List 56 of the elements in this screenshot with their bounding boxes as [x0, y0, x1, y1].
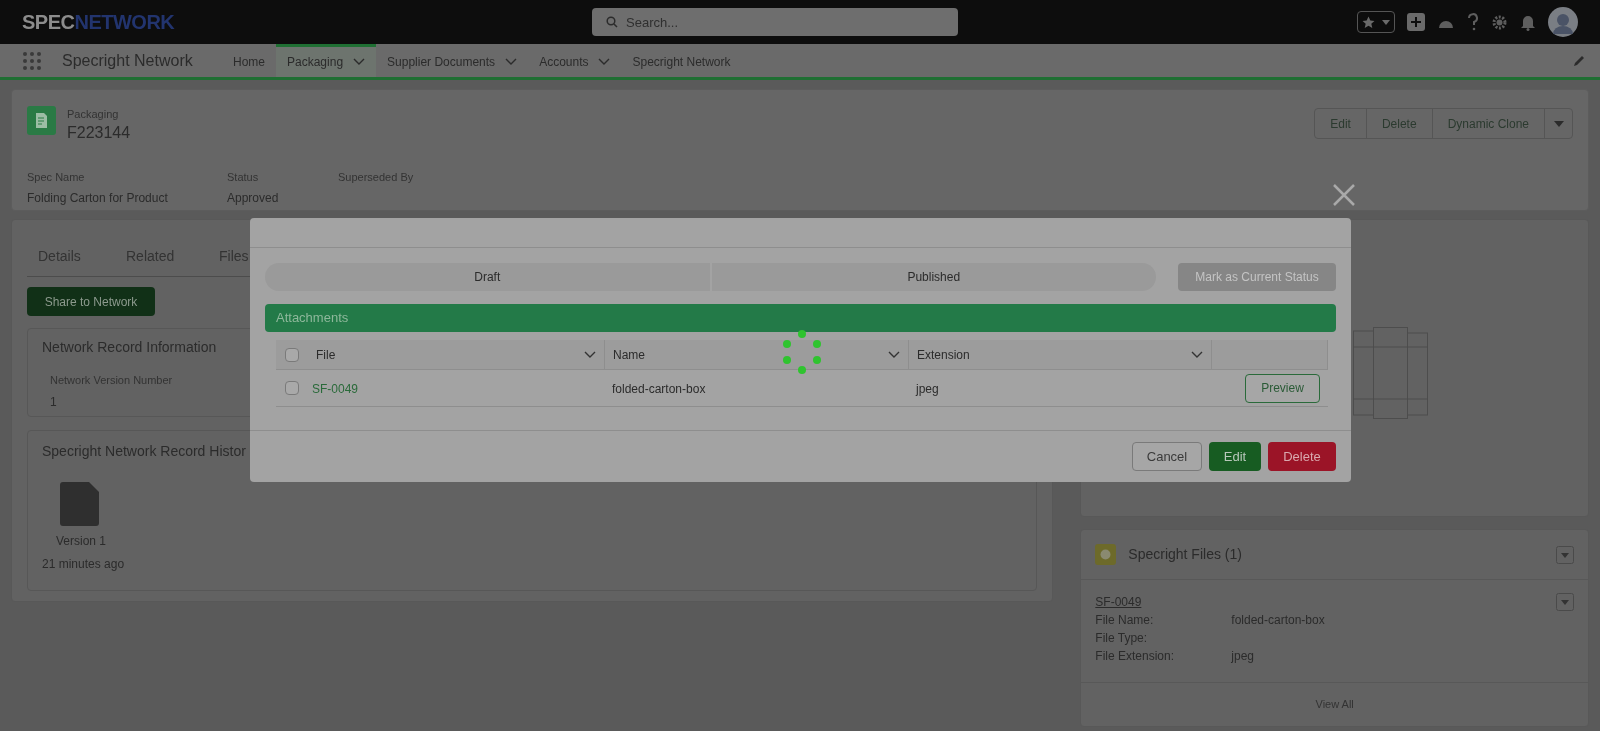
chevron-icon[interactable] — [353, 58, 366, 66]
search-field[interactable]: Search... — [592, 8, 958, 36]
field-value: Approved — [227, 190, 280, 207]
table-cell: jpeg — [916, 382, 939, 396]
bell-icon[interactable] — [1520, 13, 1536, 31]
column-header: Name — [613, 346, 645, 364]
field-value: 1 — [50, 393, 57, 411]
avatar-icon[interactable] — [1548, 7, 1578, 37]
action-button[interactable]: Edit — [1315, 109, 1367, 138]
favorites-button[interactable] — [1357, 11, 1395, 33]
dropdown-icon[interactable] — [1556, 545, 1574, 564]
action-button[interactable]: Delete — [1366, 109, 1433, 138]
column-header: Extension — [917, 346, 970, 364]
checkbox[interactable] — [285, 347, 299, 362]
dropdown-icon[interactable] — [1556, 593, 1574, 611]
nav-tab[interactable]: Supplier Documents — [376, 44, 529, 77]
table-cell: folded-carton-box — [612, 382, 706, 396]
document-icon — [27, 106, 56, 135]
app-launcher-icon[interactable] — [22, 50, 42, 71]
share-button[interactable]: Share to Network — [27, 287, 155, 316]
search-icon — [606, 16, 618, 28]
file-icon — [60, 482, 99, 526]
chevron-icon[interactable] — [505, 58, 518, 66]
field-value: Folding Carton for Product — [27, 190, 169, 207]
star-icon — [1361, 15, 1375, 29]
modal-button[interactable]: Delete — [1268, 442, 1336, 471]
action-button[interactable]: Dynamic Clone — [1432, 109, 1545, 138]
nav-tab[interactable]: Packaging — [276, 44, 377, 77]
help-icon[interactable] — [1467, 13, 1479, 31]
nav-tab[interactable]: Specright Network — [621, 44, 742, 77]
path-step[interactable]: Draft — [265, 263, 710, 291]
caret-icon — [1382, 19, 1391, 25]
files-icon — [1095, 544, 1117, 565]
chevron-icon[interactable] — [1191, 350, 1203, 359]
file-link[interactable]: SF-0049 — [312, 382, 359, 396]
close-icon[interactable] — [1333, 184, 1355, 206]
app-name: Specright Network — [62, 50, 194, 71]
modal-button[interactable]: Cancel — [1132, 442, 1202, 471]
record-name: F223144 — [67, 122, 131, 143]
chevron-icon[interactable] — [888, 350, 900, 359]
logo-text: NETWORK — [74, 10, 175, 35]
path-step[interactable]: Published — [711, 263, 1156, 291]
section-title: Attachments — [276, 309, 349, 328]
settings-icon[interactable] — [1491, 13, 1508, 31]
nav-tab[interactable]: Home — [222, 44, 276, 77]
chevron-icon[interactable] — [584, 350, 596, 359]
column-header: File — [316, 346, 336, 364]
preview-button[interactable]: Preview — [1245, 373, 1320, 403]
logo-text: SPEC — [22, 10, 75, 35]
chevron-icon[interactable] — [598, 58, 611, 66]
edit-icon[interactable] — [1573, 54, 1586, 67]
checkbox[interactable] — [285, 381, 299, 395]
modal-button[interactable]: Edit — [1209, 442, 1261, 471]
caret-icon — [1553, 120, 1564, 127]
nav-tab[interactable]: Accounts — [528, 44, 622, 77]
add-icon[interactable] — [1407, 13, 1425, 31]
